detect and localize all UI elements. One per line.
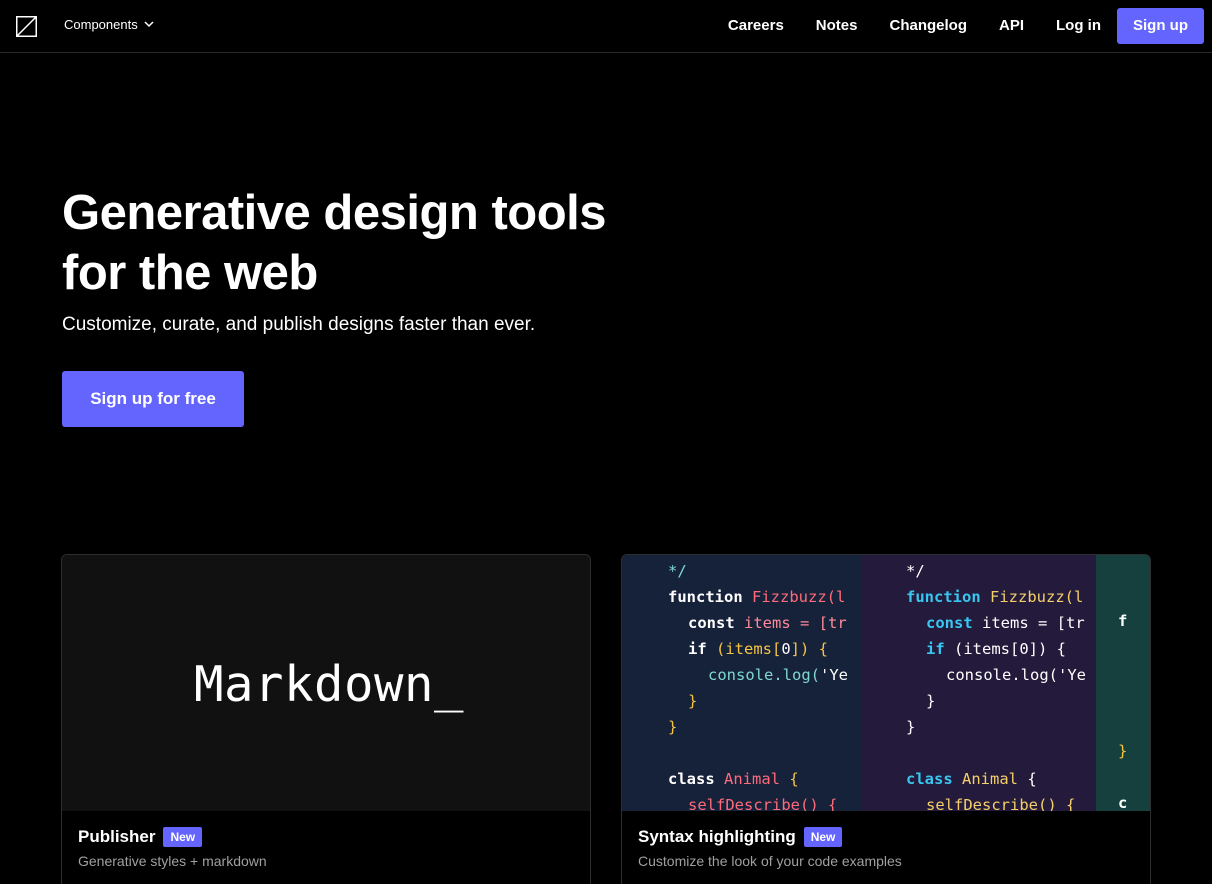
components-menu[interactable]: Components <box>64 17 154 32</box>
logo-icon[interactable] <box>16 16 37 37</box>
code-line: } <box>1118 738 1127 764</box>
code-token: if <box>688 640 716 658</box>
code-token: */ <box>668 562 687 580</box>
code-token: ]) { <box>790 640 828 658</box>
code-line: */ <box>906 558 925 584</box>
code-line: if (items[0]) { <box>926 636 1066 662</box>
code-line: } <box>906 714 915 740</box>
card-title-row: Syntax highlighting New <box>638 827 902 847</box>
hero-title: Generative design tools for the web <box>62 183 682 303</box>
code-theme-panel-2: */function Fizzbuzz(l const items = [tr if… <box>862 555 1096 811</box>
code-line: console.log('Ye <box>708 662 848 688</box>
code-token: items = [tr <box>744 614 847 632</box>
code-token: f <box>1118 612 1128 630</box>
code-token: function <box>668 588 752 606</box>
code-token: console.log('Ye <box>946 666 1086 684</box>
code-token: 0 <box>781 640 791 658</box>
signup-button[interactable]: Sign up <box>1117 8 1204 44</box>
code-token: } <box>926 692 936 710</box>
code-token: l <box>1074 588 1084 606</box>
code-token: class <box>668 770 724 788</box>
hero-title-line-2: for the web <box>62 246 318 300</box>
publisher-card[interactable]: Markdown_ Publisher New Generative style… <box>61 554 591 884</box>
code-line: } <box>926 688 935 714</box>
nav-link-notes[interactable]: Notes <box>816 8 858 44</box>
code-line: const items = [tr <box>926 610 1085 636</box>
hero-title-line-1: Generative design tools <box>62 186 607 240</box>
code-line: } <box>668 714 677 740</box>
code-token: */ <box>906 562 925 580</box>
code-token: class <box>906 770 962 788</box>
code-token: console.log( <box>708 666 820 684</box>
code-token: selfDescribe() { <box>688 796 838 811</box>
code-token: if <box>926 640 954 658</box>
top-nav: Components Careers Notes Changelog API L… <box>0 0 1212 53</box>
code-line: } <box>688 688 697 714</box>
card-description: Customize the look of your code examples <box>638 853 902 869</box>
code-token: selfDescribe() { <box>926 796 1076 811</box>
code-token: Fizzbuzz(l <box>752 588 846 606</box>
code-token: } <box>906 718 916 736</box>
markdown-preview-text: Markdown_ <box>194 656 465 713</box>
publisher-card-preview: Markdown_ <box>62 555 590 811</box>
new-badge: New <box>163 827 203 847</box>
code-line: class Animal { <box>668 766 799 792</box>
card-description: Generative styles + markdown <box>78 853 267 869</box>
code-token: } <box>688 692 698 710</box>
code-line: c <box>1118 790 1127 811</box>
code-line: function Fizzbuzz(l <box>906 584 1083 610</box>
code-line: class Animal { <box>906 766 1037 792</box>
code-token: Animal <box>724 770 790 788</box>
code-line: if (items[0]) { <box>688 636 828 662</box>
nav-link-api[interactable]: API <box>999 8 1024 44</box>
code-token: Fizzbuzz( <box>990 588 1074 606</box>
nav-links: Careers Notes Changelog API Log in Sign … <box>728 8 1204 44</box>
code-line: selfDescribe() { <box>688 792 837 811</box>
code-token: Animal <box>962 770 1028 788</box>
code-token: c <box>1118 794 1128 811</box>
hero-subtitle: Customize, curate, and publish designs f… <box>62 314 536 335</box>
card-title: Publisher <box>78 827 156 846</box>
code-token: { <box>789 770 799 788</box>
login-link[interactable]: Log in <box>1056 8 1101 44</box>
code-token: (items[0]) { <box>954 640 1066 658</box>
code-line: console.log('Ye <box>946 662 1086 688</box>
syntax-card-preview: */function Fizzbuzz(l const items = [tr if… <box>622 555 1150 811</box>
code-line: const items = [tr <box>688 610 847 636</box>
code-line: function Fizzbuzz(l <box>668 584 845 610</box>
signup-free-button[interactable]: Sign up for free <box>62 371 244 427</box>
code-line: selfDescribe() { <box>926 792 1075 811</box>
code-token: const <box>926 614 982 632</box>
code-token: const <box>688 614 744 632</box>
code-token: (items[ <box>716 640 782 658</box>
code-token: } <box>1118 742 1128 760</box>
chevron-down-icon <box>144 21 154 28</box>
nav-link-changelog[interactable]: Changelog <box>889 8 967 44</box>
code-line: f <box>1118 608 1127 634</box>
code-token: { <box>1027 770 1037 788</box>
code-token: 'Ye <box>819 666 848 684</box>
card-title-row: Publisher New <box>78 827 267 847</box>
nav-link-careers[interactable]: Careers <box>728 8 784 44</box>
code-token: items = [tr <box>982 614 1085 632</box>
code-theme-panel-1: */function Fizzbuzz(l const items = [tr if… <box>622 555 862 811</box>
syntax-highlighting-card[interactable]: */function Fizzbuzz(l const items = [tr if… <box>621 554 1151 884</box>
code-theme-panel-3: f} c <box>1096 555 1150 811</box>
components-menu-label: Components <box>64 17 138 32</box>
syntax-card-body: Syntax highlighting New Customize the lo… <box>638 827 902 869</box>
publisher-card-body: Publisher New Generative styles + markdo… <box>78 827 267 869</box>
code-token: } <box>668 718 678 736</box>
code-token: function <box>906 588 990 606</box>
code-line: */ <box>668 558 687 584</box>
card-title: Syntax highlighting <box>638 827 796 846</box>
new-badge: New <box>803 827 843 847</box>
